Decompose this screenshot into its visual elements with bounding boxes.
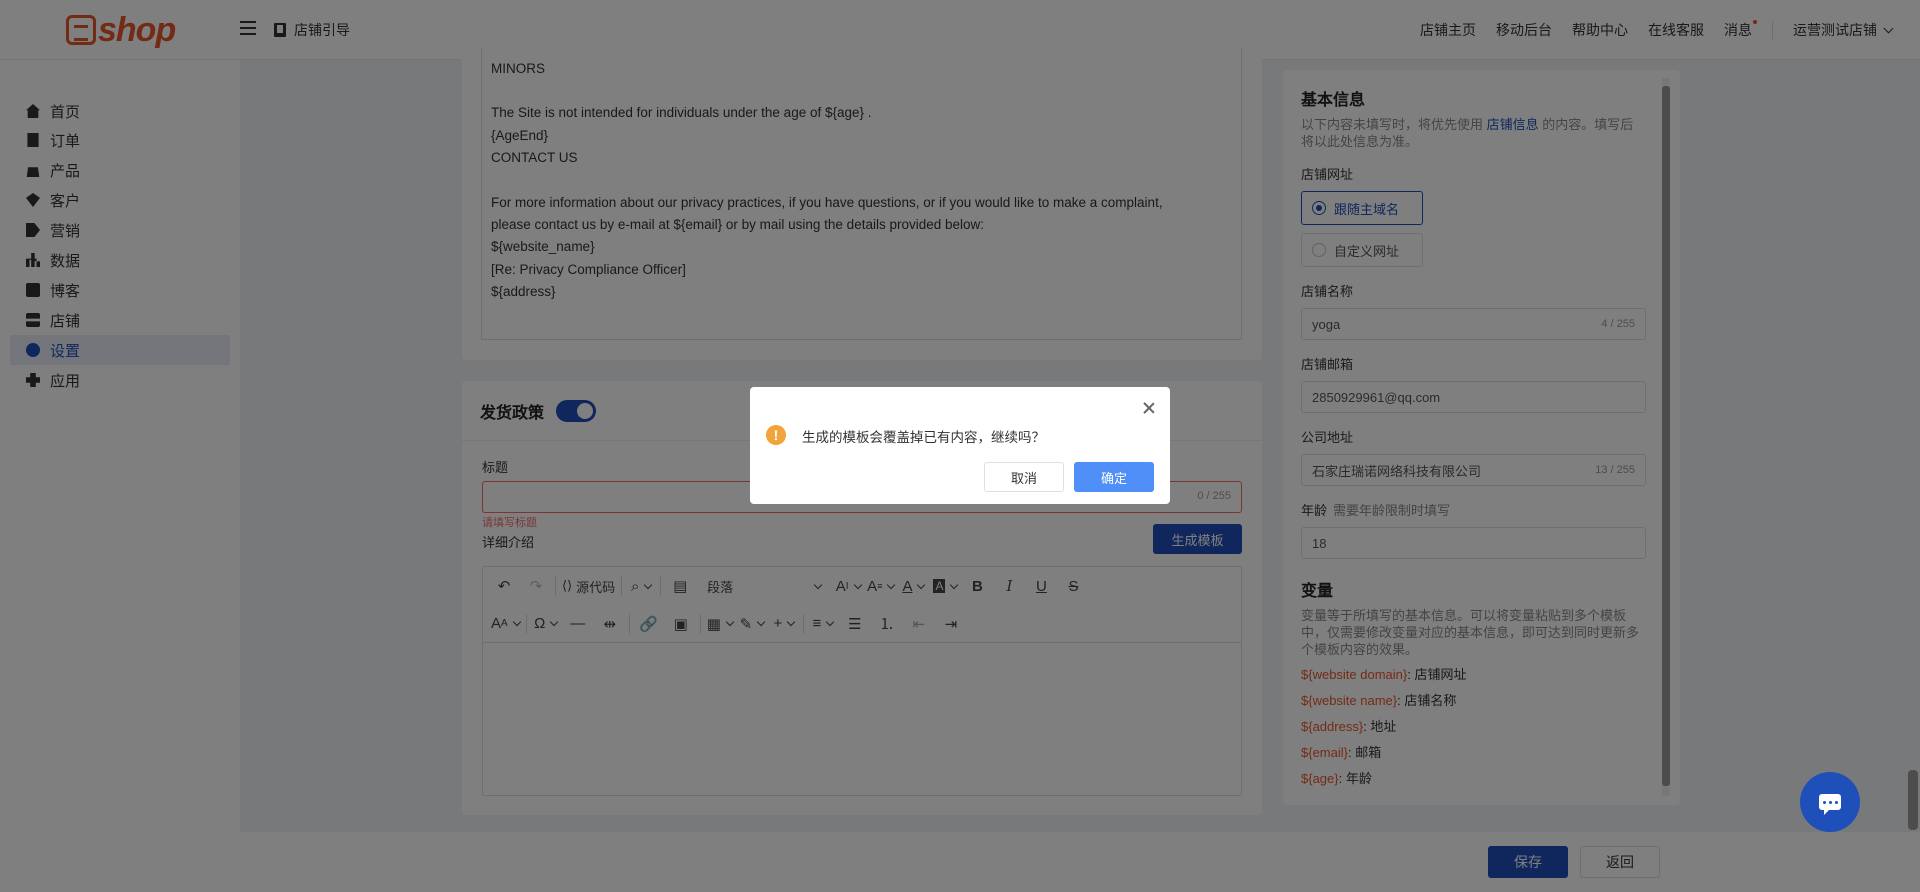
warning-icon: ! — [766, 425, 786, 445]
confirm-dialog: ! 生成的模板会覆盖掉已有内容，继续吗？ 取消 确定 — [750, 387, 1170, 504]
dialog-message: 生成的模板会覆盖掉已有内容，继续吗？ — [802, 430, 1045, 445]
chat-button[interactable] — [1800, 772, 1860, 832]
confirm-button[interactable]: 确定 — [1074, 462, 1154, 492]
cancel-button[interactable]: 取消 — [984, 462, 1064, 492]
chat-bubble-icon — [1819, 794, 1841, 815]
close-icon[interactable] — [1142, 401, 1156, 415]
